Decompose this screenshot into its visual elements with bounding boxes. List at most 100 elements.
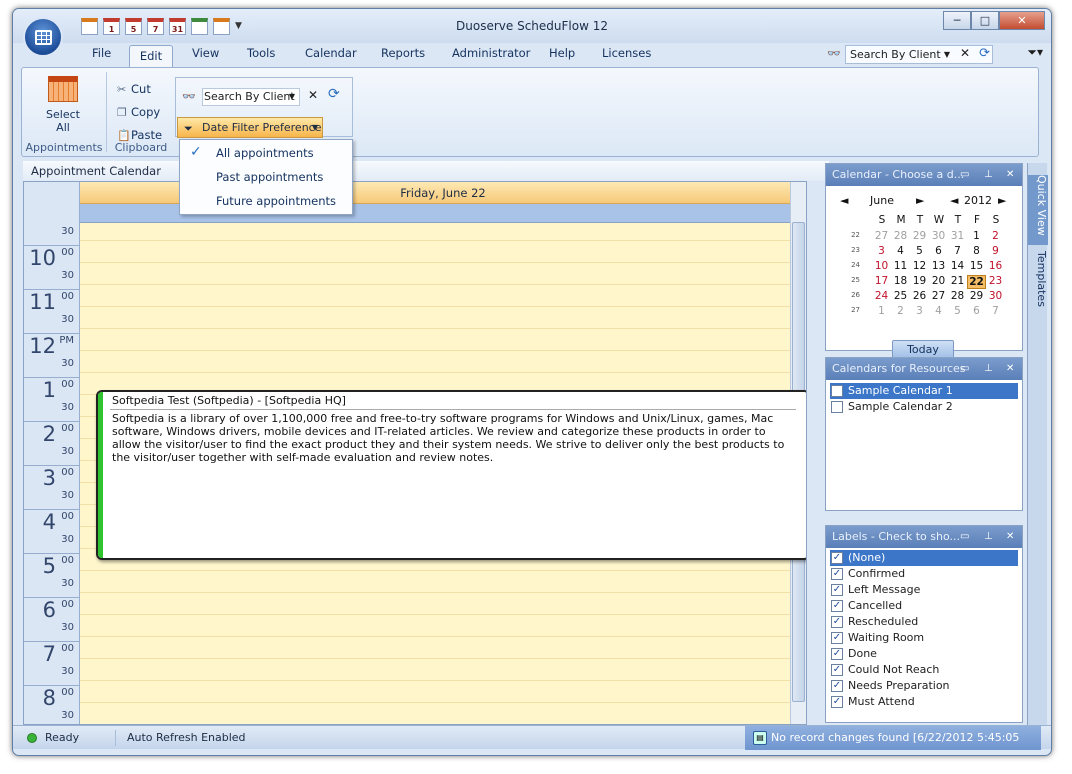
select-all-button[interactable]: Select All [32,76,94,134]
cut-button[interactable]: ✂ Cut [117,82,151,96]
calendar-day[interactable]: 18 [891,275,910,287]
label-checkbox[interactable]: ✓ [831,648,843,660]
label-checkbox[interactable]: ✓ [831,616,843,628]
calendar-day[interactable]: 27 [929,290,948,302]
label-checkbox[interactable]: ✓ [831,680,843,692]
calendar-day[interactable]: 30 [986,290,1005,302]
panel-close-icon[interactable]: ✕ [1006,164,1014,186]
calendar-day[interactable]: 4 [929,305,948,317]
panel-close-icon[interactable]: ✕ [1006,526,1014,548]
top-search-combo[interactable]: Search By Client ▼ ✕ ⟳ [845,45,993,64]
label-checkbox[interactable]: ✓ [831,664,843,676]
calendar-day[interactable]: 4 [891,245,910,257]
ribbon-search-refresh-icon[interactable]: ⟳ [328,86,340,102]
label-item[interactable]: ✓ Rescheduled [830,614,1018,630]
next-year-arrow[interactable]: ► [998,194,1006,207]
calendar-day[interactable]: 23 [986,275,1005,287]
calendar-day[interactable]: 13 [929,260,948,272]
label-item[interactable]: ✓ Must Attend [830,694,1018,710]
calendar-day[interactable]: 31 [948,230,967,242]
calendar-day[interactable]: 27 [872,230,891,242]
calendar-day[interactable]: 16 [986,260,1005,272]
calendar-day[interactable]: 17 [872,275,891,287]
panel-pin-icon[interactable]: ⊥ [984,164,993,186]
label-checkbox[interactable]: ✓ [831,552,843,564]
menu-item-future-appointments[interactable]: Future appointments [216,194,336,208]
date-filter-preference-button[interactable]: ⏷ Date Filter Preference ▼ [177,117,323,138]
tab-calendar[interactable]: Calendar [305,46,357,60]
panel-close-icon[interactable]: ✕ [1006,358,1014,380]
calendar-day[interactable]: 5 [948,305,967,317]
label-item[interactable]: ✓ Confirmed [830,566,1018,582]
panel-pin-icon[interactable]: ⊥ [984,526,993,548]
label-item[interactable]: ✓ Could Not Reach [830,662,1018,678]
application-menu-button[interactable] [23,17,63,57]
year-label[interactable]: 2012 [964,194,992,207]
prev-month-arrow[interactable]: ◄ [840,194,848,207]
tab-view[interactable]: View [192,46,219,60]
calendar-day[interactable]: 28 [948,290,967,302]
calendar-day[interactable]: 7 [986,305,1005,317]
calendar-day[interactable]: 24 [872,290,891,302]
tab-licenses[interactable]: Licenses [602,46,651,60]
filter-funnel-icon[interactable]: ⏷▾ [1027,45,1043,60]
calendar-day[interactable]: 5 [910,245,929,257]
tab-reports[interactable]: Reports [381,46,425,60]
resource-item-sample-calendar-1[interactable]: Sample Calendar 1 [830,383,1018,399]
calendar-day[interactable]: 26 [910,290,929,302]
label-checkbox[interactable]: ✓ [831,632,843,644]
maximize-button[interactable]: □ [971,11,999,30]
tab-edit[interactable]: Edit [129,45,173,67]
calendar-day[interactable]: 6 [929,245,948,257]
calendar-day[interactable]: 25 [891,290,910,302]
ribbon-search-combo[interactable]: Search By Client ▼ [202,88,300,106]
calendar-day[interactable]: 19 [910,275,929,287]
appointment-card[interactable]: Softpedia Test (Softpedia) - [Softpedia … [96,390,806,560]
calendar-day[interactable]: 3 [910,305,929,317]
resource-checkbox[interactable] [831,385,843,397]
calendar-day[interactable]: 7 [948,245,967,257]
calendar-day[interactable]: 15 [967,260,986,272]
label-item[interactable]: ✓ Done [830,646,1018,662]
calendar-day[interactable]: 8 [967,245,986,257]
prev-year-arrow[interactable]: ◄ [950,194,958,207]
calendar-day[interactable]: 29 [967,290,986,302]
ribbon-search-dropdown-arrow[interactable]: ▼ [289,89,295,105]
menu-item-all-appointments[interactable]: All appointments [216,146,314,160]
tab-templates[interactable]: Templates [1028,251,1048,307]
panel-menu-icon[interactable]: ▭ [960,526,969,548]
paste-button[interactable]: 📋Paste [117,128,162,142]
calendar-day[interactable]: 20 [929,275,948,287]
calendar-day[interactable]: 3 [872,245,891,257]
calendar-day[interactable]: 21 [948,275,967,287]
label-checkbox[interactable]: ✓ [831,584,843,596]
calendar-day[interactable]: 12 [910,260,929,272]
panel-pin-icon[interactable]: ⊥ [984,358,993,380]
calendar-day[interactable]: 28 [891,230,910,242]
tab-help[interactable]: Help [549,46,575,60]
calendar-day[interactable]: 2 [891,305,910,317]
label-item[interactable]: ✓ Needs Preparation [830,678,1018,694]
day-view-calendar[interactable]: 30 10 00 30 11 00 30 12 PM 30 1 00 30 2 00 30 3 00 30 4 00 30… [23,181,807,725]
copy-button[interactable]: ❐ Copy [117,105,160,119]
calendar-day[interactable]: 29 [910,230,929,242]
minimize-button[interactable]: ─ [943,11,971,30]
tab-file[interactable]: File [92,46,111,60]
calendar-day[interactable]: 30 [929,230,948,242]
calendar-day[interactable]: 22 [967,275,986,289]
tab-quick-view[interactable]: Quick View [1028,175,1048,245]
ribbon-search-clear-icon[interactable]: ✕ [308,88,318,102]
top-search-clear-icon[interactable]: ✕ [960,45,970,62]
calendar-day[interactable]: 11 [891,260,910,272]
calendar-day[interactable]: 6 [967,305,986,317]
tab-tools[interactable]: Tools [247,46,275,60]
calendar-day[interactable]: 2 [986,230,1005,242]
calendar-day[interactable]: 14 [948,260,967,272]
resource-checkbox[interactable] [831,401,843,413]
label-checkbox[interactable]: ✓ [831,568,843,580]
top-search-refresh-icon[interactable]: ⟳ [979,45,990,62]
panel-menu-icon[interactable]: ▭ [960,358,969,380]
label-item[interactable]: ✓ Cancelled [830,598,1018,614]
calendar-day[interactable]: 9 [986,245,1005,257]
label-checkbox[interactable]: ✓ [831,696,843,708]
